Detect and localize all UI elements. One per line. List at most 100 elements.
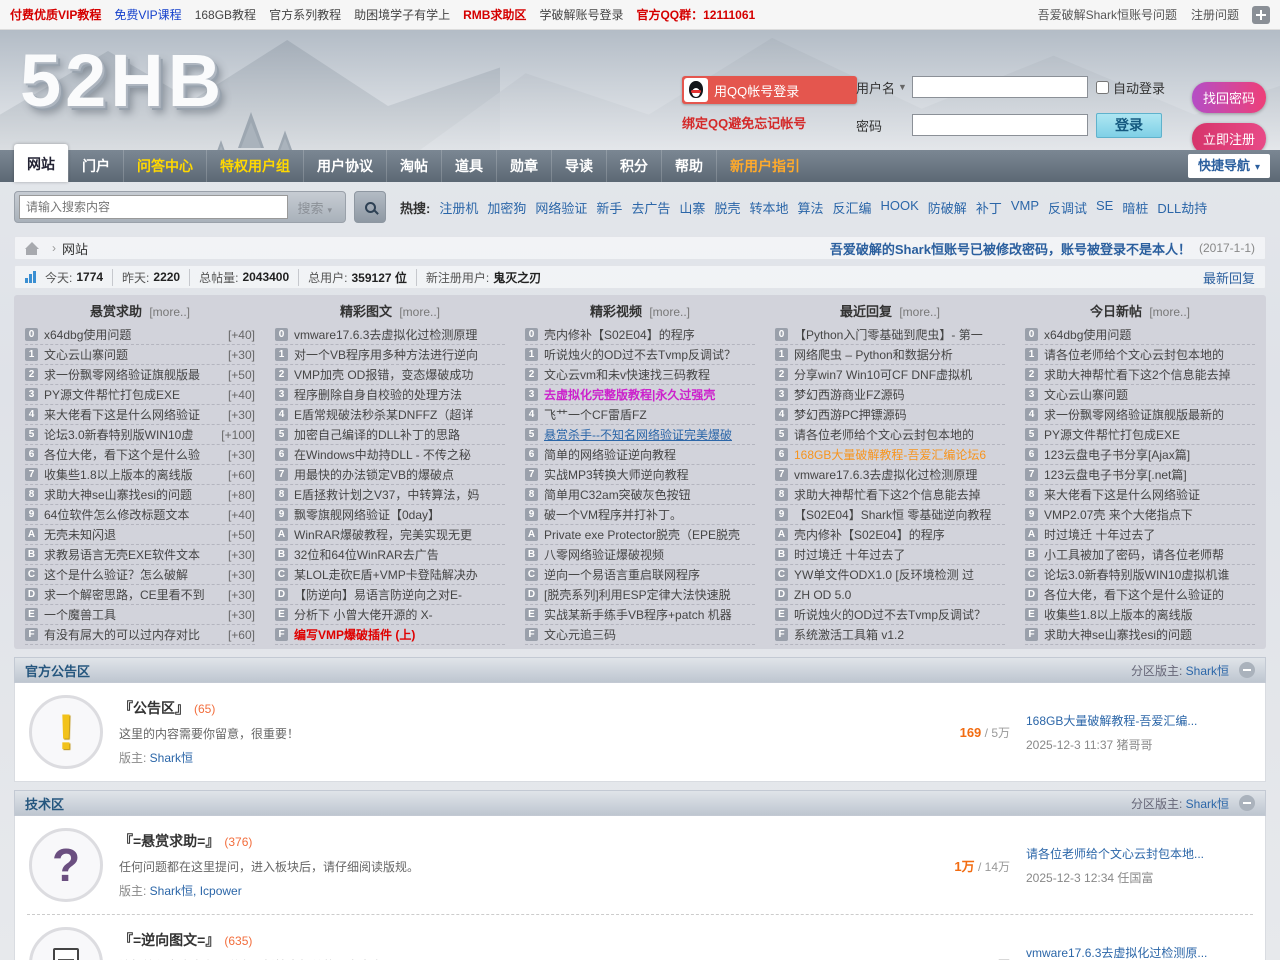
topic-row[interactable]: 7123云盘电子书分享[.net篇] [1025, 465, 1255, 485]
topic-row[interactable]: A时过境迁 十年过去了 [1025, 525, 1255, 545]
auto-login-checkbox[interactable] [1096, 81, 1109, 94]
topic-row[interactable]: 6123云盘电子书分享[Ajax篇] [1025, 445, 1255, 465]
topbar-right-link[interactable]: 注册问题 [1191, 6, 1239, 23]
topic-row[interactable]: 8求助大神帮忙看下这2个信息能去掉 [775, 485, 1005, 505]
topic-row[interactable]: C某LOL走砍E盾+VMP卡登陆解决办 [275, 565, 505, 585]
topic-row[interactable]: 4求一份飘零网络验证旗舰版最新的 [1025, 405, 1255, 425]
topic-row[interactable]: B时过境迁 十年过去了 [775, 545, 1005, 565]
topic-row[interactable]: 2求助大神帮忙看下这2个信息能去掉 [1025, 365, 1255, 385]
topbar-link[interactable]: RMB求助区 [463, 6, 526, 23]
topic-row[interactable]: 5PY源文件帮忙打包成EXE [1025, 425, 1255, 445]
topic-row[interactable]: 6各位大佬，看下这个是什么验[+30] [25, 445, 255, 465]
hot-search-term[interactable]: 反汇编 [832, 198, 871, 217]
home-icon[interactable] [25, 242, 40, 255]
hot-search-term[interactable]: DLL劫持 [1157, 198, 1207, 217]
nav-item[interactable]: 用户协议 [303, 150, 386, 182]
topic-row[interactable]: E听说烛火的OD过不去Tvmp反调试？ [775, 605, 1005, 625]
login-button[interactable]: 登录 [1096, 113, 1162, 138]
topic-row[interactable]: 7收集些1.8以上版本的离线版[+60] [25, 465, 255, 485]
hot-search-term[interactable]: 加密狗 [487, 198, 526, 217]
search-type-dropdown[interactable]: 搜索 [288, 198, 341, 217]
hot-search-term[interactable]: 转本地 [749, 198, 788, 217]
nav-item[interactable]: 问答中心 [123, 150, 206, 182]
topic-row[interactable]: 7vmware17.6.3去虚拟化过检测原理 [775, 465, 1005, 485]
hot-search-term[interactable]: 脱壳 [714, 198, 740, 217]
topic-row[interactable]: D求一个解密思路，CE里看不到[+30] [25, 585, 255, 605]
hot-search-term[interactable]: 去广告 [631, 198, 670, 217]
topic-row[interactable]: 8求助大神se山寨找esi的问题[+80] [25, 485, 255, 505]
topic-row[interactable]: 2分享win7 Win10可CF DNF虚拟机 [775, 365, 1005, 385]
more-link[interactable]: [more..] [896, 305, 940, 319]
topic-row[interactable]: 5加密自己编译的DLL补丁的思路 [275, 425, 505, 445]
forum-name-link[interactable]: 『公告区』 [119, 700, 189, 716]
more-link[interactable]: [more..] [396, 305, 440, 319]
nav-item[interactable]: 道具 [441, 150, 496, 182]
topic-row[interactable]: 1听说烛火的OD过不去Tvmp反调试？ [525, 345, 755, 365]
nav-item[interactable]: 特权用户组 [206, 150, 303, 182]
topic-row[interactable]: D[脱壳系列]利用ESP定律大法快速脱 [525, 585, 755, 605]
nav-item[interactable]: 勋章 [496, 150, 551, 182]
username-input[interactable] [912, 76, 1088, 98]
topic-row[interactable]: 9【S02E04】Shark恒 零基础逆向教程 [775, 505, 1005, 525]
topic-row[interactable]: F求助大神se山寨找esi的问题 [1025, 625, 1255, 645]
topic-row[interactable]: D【防逆向】易语言防逆向之对E- [275, 585, 505, 605]
topic-row[interactable]: 0x64dbg使用问题 [1025, 325, 1255, 345]
hot-search-term[interactable]: 暗桩 [1122, 198, 1148, 217]
topic-row[interactable]: 4梦幻西游PC押镖源码 [775, 405, 1005, 425]
topic-row[interactable]: 0【Python入门零基础到爬虫】- 第一 [775, 325, 1005, 345]
breadcrumb-current[interactable]: 网站 [62, 239, 88, 258]
topbar-link[interactable]: 168GB教程 [195, 6, 256, 23]
site-notice-link[interactable]: 吾爱破解的Shark恒账号已被修改密码，账号被登录不是本人！ [830, 239, 1191, 258]
section-title[interactable]: 技术区 [25, 794, 64, 813]
topic-row[interactable]: 2文心云vm和未v快速找三码教程 [525, 365, 755, 385]
topic-row[interactable]: C逆向一个易语言重启联网程序 [525, 565, 755, 585]
topic-row[interactable]: 2VMP加壳 OD报错，变态爆破成功 [275, 365, 505, 385]
topic-row[interactable]: 1请各位老师给个文心云封包本地的 [1025, 345, 1255, 365]
topic-row[interactable]: 8简单用C32am突破灰色按钮 [525, 485, 755, 505]
quick-nav-button[interactable]: 快捷导航 [1188, 154, 1270, 178]
collapse-toggle-icon[interactable] [1239, 795, 1255, 811]
topic-row[interactable]: F有没有屌大的可以过内存对比[+60] [25, 625, 255, 645]
topic-row[interactable]: F系统激活工具箱 v1.2 [775, 625, 1005, 645]
topic-row[interactable]: 5悬赏杀手--不知名网络验证完美爆破 [525, 425, 755, 445]
qq-login-button[interactable]: 用QQ帐号登录 [682, 76, 857, 104]
topic-row[interactable]: APrivate exe Protector脱壳（EPE脱壳 [525, 525, 755, 545]
more-link[interactable]: [more..] [646, 305, 690, 319]
hot-search-term[interactable]: 注册机 [439, 198, 478, 217]
topbar-link[interactable]: 付费优质VIP教程 [10, 6, 101, 23]
topic-row[interactable]: 4来大佬看下这是什么网络验证[+30] [25, 405, 255, 425]
hot-search-term[interactable]: SE [1096, 198, 1113, 217]
topbar-right-link[interactable]: 吾爱破解Shark恒账号问题 [1038, 6, 1177, 23]
topic-row[interactable]: E一个魔兽工具[+30] [25, 605, 255, 625]
chevron-down-icon[interactable]: ▼ [898, 82, 907, 92]
find-password-button[interactable]: 找回密码 [1192, 82, 1266, 113]
collapse-toggle-icon[interactable] [1239, 662, 1255, 678]
widget-toggle-icon[interactable] [1252, 6, 1270, 24]
topic-row[interactable]: A无壳未知闪退[+50] [25, 525, 255, 545]
topic-row[interactable]: E实战某新手练手VB程序+patch 机器 [525, 605, 755, 625]
search-button[interactable] [354, 191, 386, 223]
topic-row[interactable]: 964位软件怎么修改标题文本[+40] [25, 505, 255, 525]
topic-row[interactable]: 9飘零旗舰网络验证【0day】 [275, 505, 505, 525]
topic-row[interactable]: 6简单的网络验证逆向教程 [525, 445, 755, 465]
lastpost-link[interactable]: 168GB大量破解教程-吾爱汇编... [1026, 712, 1251, 729]
topbar-link[interactable]: 学破解账号登录 [539, 6, 623, 23]
nav-item[interactable]: 帮助 [661, 150, 716, 182]
topic-row[interactable]: A壳内修补【S02E04】的程序 [775, 525, 1005, 545]
hot-search-term[interactable]: 防破解 [928, 198, 967, 217]
topic-row[interactable]: 1对一个VB程序用多种方法进行逆向 [275, 345, 505, 365]
topbar-link[interactable]: 官方QQ群：12111061 [636, 6, 755, 23]
lastpost-link[interactable]: 请各位老师给个文心云封包本地... [1026, 845, 1251, 862]
topic-row[interactable]: DZH OD 5.0 [775, 585, 1005, 605]
hot-search-term[interactable]: HOOK [881, 198, 919, 217]
topic-row[interactable]: 0壳内修补【S02E04】的程序 [525, 325, 755, 345]
hot-search-term[interactable]: VMP [1011, 198, 1039, 217]
hot-search-term[interactable]: 补丁 [976, 198, 1002, 217]
topic-row[interactable]: 8来大佬看下这是什么网络验证 [1025, 485, 1255, 505]
topic-row[interactable]: 0x64dbg使用问题[+40] [25, 325, 255, 345]
topic-row[interactable]: B32位和64位WinRAR去广告 [275, 545, 505, 565]
topic-row[interactable]: 9破一个VM程序并打补丁。 [525, 505, 755, 525]
hot-search-term[interactable]: 算法 [797, 198, 823, 217]
topic-row[interactable]: D各位大佬，看下这个是什么验证的 [1025, 585, 1255, 605]
section-title[interactable]: 官方公告区 [25, 661, 90, 680]
